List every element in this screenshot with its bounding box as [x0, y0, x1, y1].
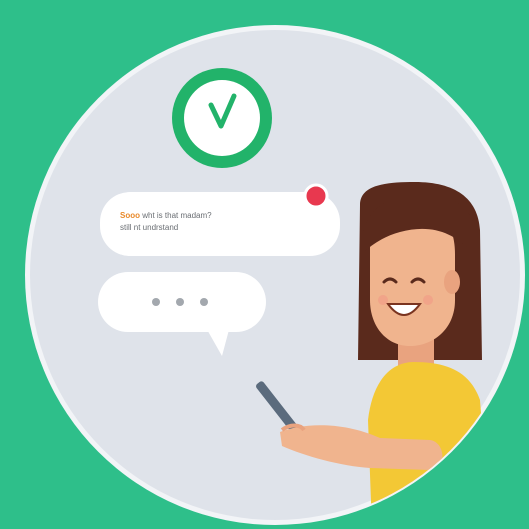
message-text: Sooo wht is that madam? still nt undrsta…: [120, 210, 320, 234]
notification-dot: [303, 183, 329, 209]
message-line-2: still nt undrstand: [120, 223, 179, 232]
message-line-1: wht is that madam?: [140, 211, 212, 220]
highlight-word: Sooo: [120, 211, 140, 220]
illustration: [25, 25, 525, 525]
clock-check-icon: [172, 68, 272, 168]
